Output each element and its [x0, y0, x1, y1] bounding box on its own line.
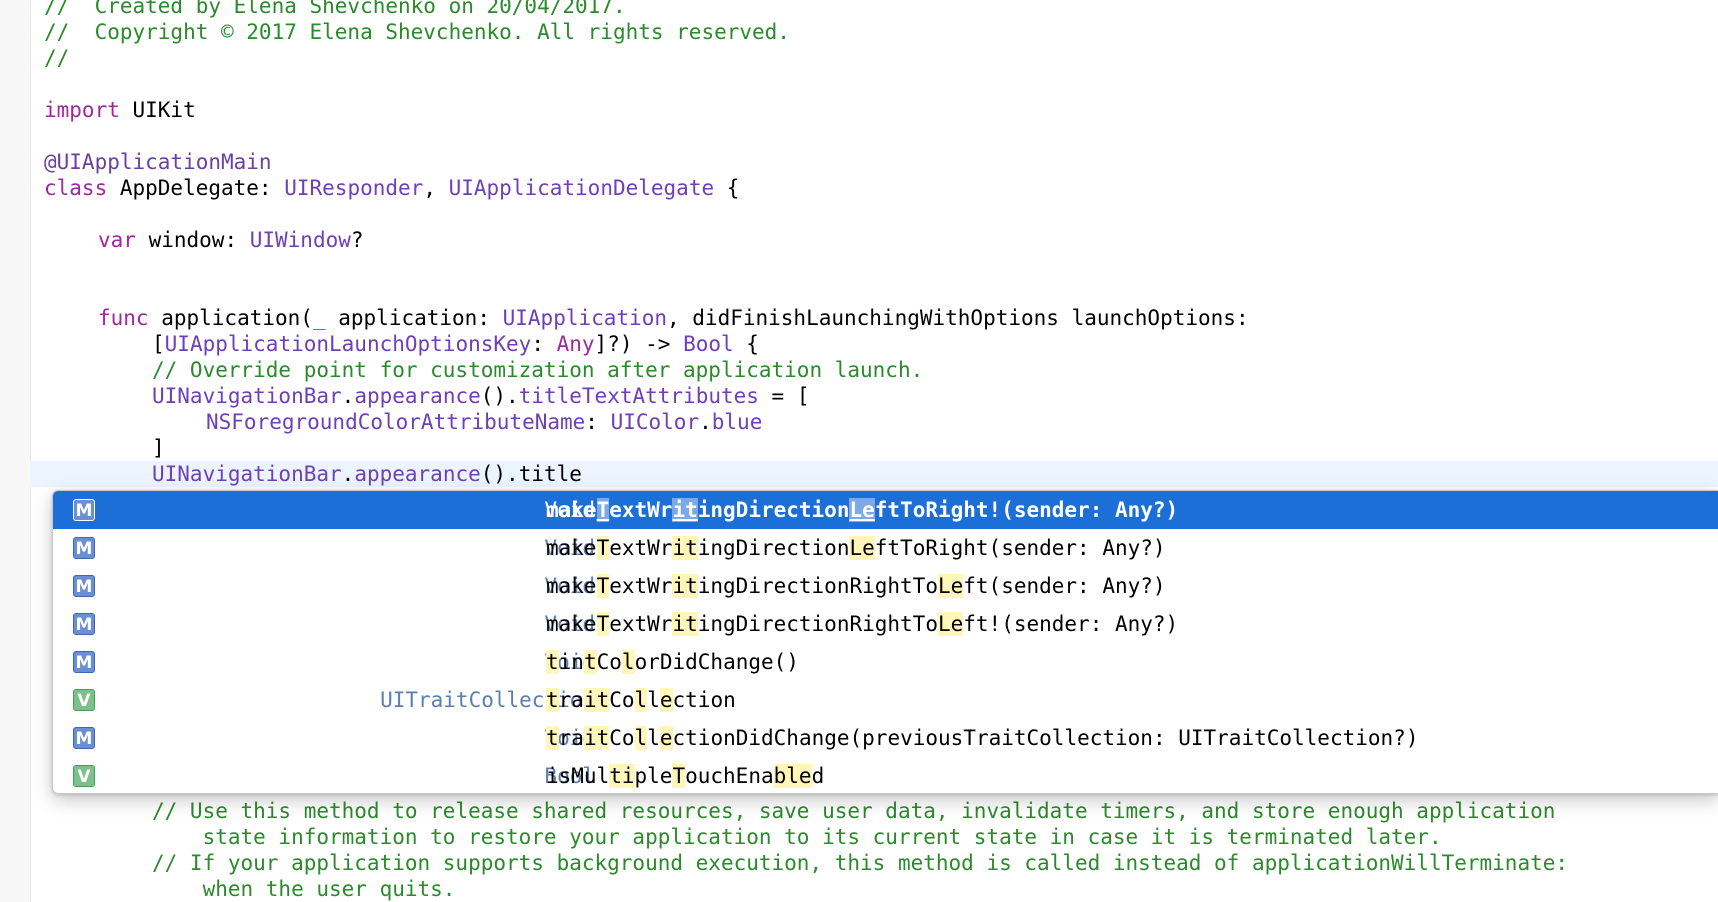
code-line: // Use this method to release shared res… [152, 799, 1556, 823]
method-icon: M [73, 537, 95, 559]
editor-gutter [0, 0, 31, 902]
current-line[interactable]: UINavigationBar.appearance().title [30, 461, 1718, 487]
completion-name: makeTextWritingDirectionRightToLeft(send… [546, 574, 1166, 598]
code-line: NSForegroundColorAttributeName: UIColor.… [206, 410, 763, 434]
code-line: // If your application supports backgrou… [152, 851, 1569, 875]
completion-name: isMultipleTouchEnabled [546, 764, 825, 788]
variable-icon: V [73, 765, 95, 787]
completion-item[interactable]: M Void makeTextWritingDirectionLeftToRig… [53, 529, 1718, 567]
code-line: import UIKit [44, 98, 196, 122]
code-line: ] [152, 436, 165, 460]
completion-name: tintColorDidChange() [546, 650, 799, 674]
code-line: [UIApplicationLaunchOptionsKey: Any]?) -… [152, 332, 759, 356]
method-icon: M [73, 575, 95, 597]
method-icon: M [73, 651, 95, 673]
code-line: when the user quits. [152, 877, 456, 901]
completion-item[interactable]: M Void makeTextWritingDirectionLeftToRig… [53, 491, 1718, 529]
completion-item[interactable]: V UITraitCollection traitCollection [53, 681, 1718, 719]
code-line: state information to restore your applic… [152, 825, 1442, 849]
completion-item[interactable]: M Void tintColorDidChange() [53, 643, 1718, 681]
completion-name: traitCollection [546, 688, 736, 712]
autocomplete-popup[interactable]: M Void makeTextWritingDirectionLeftToRig… [52, 490, 1718, 794]
code-line: // Copyright © 2017 Elena Shevchenko. Al… [44, 20, 790, 44]
method-icon: M [73, 727, 95, 749]
code-line: func application(_ application: UIApplic… [98, 306, 1249, 330]
completion-name: makeTextWritingDirectionLeftToRight!(sen… [546, 498, 1179, 522]
method-icon: M [73, 613, 95, 635]
variable-icon: V [73, 689, 95, 711]
code-line: // [44, 46, 70, 70]
method-icon: M [73, 499, 95, 521]
completion-name: makeTextWritingDirectionLeftToRight(send… [546, 536, 1166, 560]
completion-item[interactable]: M Void makeTextWritingDirectionRightToLe… [53, 567, 1718, 605]
completion-item[interactable]: M Void makeTextWritingDirectionRightToLe… [53, 605, 1718, 643]
completion-item[interactable]: V Bool isMultipleTouchEnabled [53, 757, 1718, 793]
code-line: UINavigationBar.appearance().titleTextAt… [152, 384, 810, 408]
code-line: @UIApplicationMain [44, 150, 272, 174]
completion-name: makeTextWritingDirectionRightToLeft!(sen… [546, 612, 1179, 636]
completion-name: traitCollectionDidChange(previousTraitCo… [546, 726, 1419, 750]
code-line: var window: UIWindow? [98, 228, 364, 252]
code-line: // Override point for customization afte… [152, 358, 924, 382]
code-line: class AppDelegate: UIResponder, UIApplic… [44, 176, 740, 200]
completion-item[interactable]: M Void traitCollectionDidChange(previous… [53, 719, 1718, 757]
code-line: // Created by Elena Shevchenko on 20/04/… [44, 0, 626, 18]
